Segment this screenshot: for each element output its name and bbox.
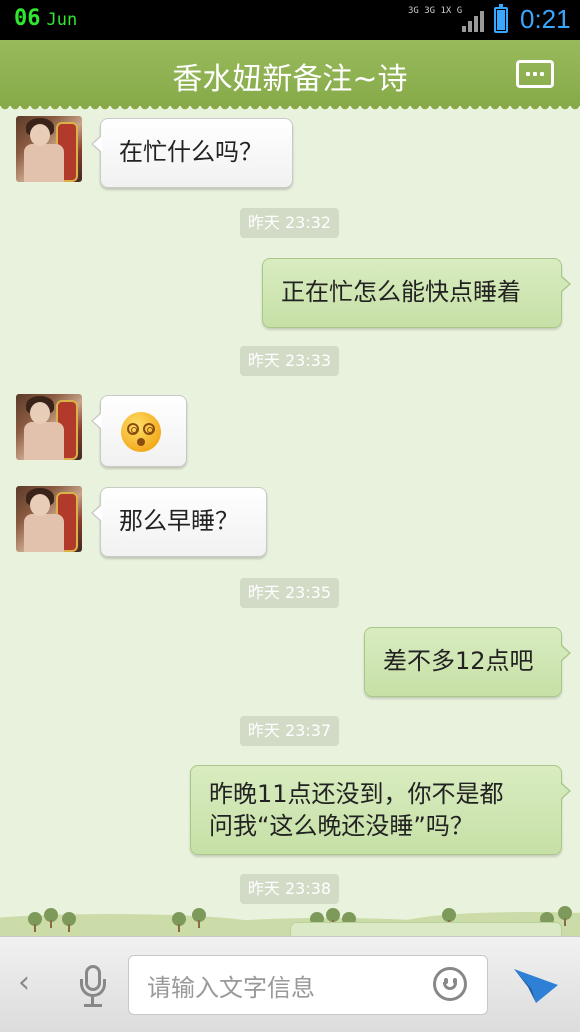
message-text: 那么早睡？: [119, 507, 239, 535]
message-bubble-outgoing[interactable]: 正在忙怎么能快点睡着: [262, 258, 571, 328]
more-options-button[interactable]: [516, 60, 554, 88]
battery-icon: [494, 4, 508, 33]
microphone-icon[interactable]: [78, 965, 108, 1009]
smiley-icon[interactable]: [433, 967, 467, 1001]
message-list[interactable]: 在忙什么吗？ 昨天 23:32 正在忙怎么能快点睡着 昨天 23:33 那么早睡…: [0, 106, 580, 936]
status-month: Jun: [46, 10, 78, 30]
message-bubble-outgoing[interactable]: 昨晚11点还没到，你不是都 问我“这么晚还没睡”吗？: [190, 765, 571, 855]
status-time: 0:21: [520, 4, 571, 34]
chat-title: 香水妞新备注~诗: [172, 62, 408, 97]
message-bubble-incoming[interactable]: [91, 395, 187, 467]
message-bubble-incoming[interactable]: 那么早睡？: [91, 487, 267, 557]
status-date: 06 Jun: [14, 6, 77, 31]
message-text: 在忙什么吗？: [119, 138, 263, 166]
timestamp: 昨天 23:33: [240, 346, 339, 376]
contact-avatar[interactable]: [16, 394, 82, 460]
timestamp: 昨天 23:35: [240, 578, 339, 608]
message-bubble-outgoing-partial: [290, 922, 562, 936]
message-text: 正在忙怎么能快点睡着: [281, 278, 521, 306]
send-icon[interactable]: [512, 963, 560, 1007]
message-bubble-incoming[interactable]: 在忙什么吗？: [91, 118, 293, 188]
chevron-left-icon[interactable]: ‹: [18, 965, 30, 1000]
signal-icon: [462, 10, 484, 32]
message-text-line: 昨晚11点还没到，你不是都: [209, 780, 504, 808]
dizzy-face-emoji-icon: [121, 412, 161, 452]
timestamp: 昨天 23:37: [240, 716, 339, 746]
status-day: 06: [14, 6, 41, 31]
message-input-placeholder: 请输入文字信息: [147, 974, 315, 1002]
background-scenery: [0, 888, 580, 936]
message-text-line: 问我“这么晚还没睡”吗？: [209, 812, 474, 840]
input-bar: ‹ 请输入文字信息: [0, 936, 580, 1032]
contact-avatar[interactable]: [16, 116, 82, 182]
chat-header: 香水妞新备注~诗: [0, 40, 580, 112]
status-bar: 06 Jun 3G 3G 1X G 0:21: [0, 0, 580, 40]
message-text: 差不多12点吧: [383, 647, 534, 675]
contact-avatar[interactable]: [16, 486, 82, 552]
timestamp: 昨天 23:32: [240, 208, 339, 238]
network-type-indicator: 3G 3G 1X G: [408, 6, 463, 16]
message-bubble-outgoing[interactable]: 差不多12点吧: [364, 627, 571, 697]
